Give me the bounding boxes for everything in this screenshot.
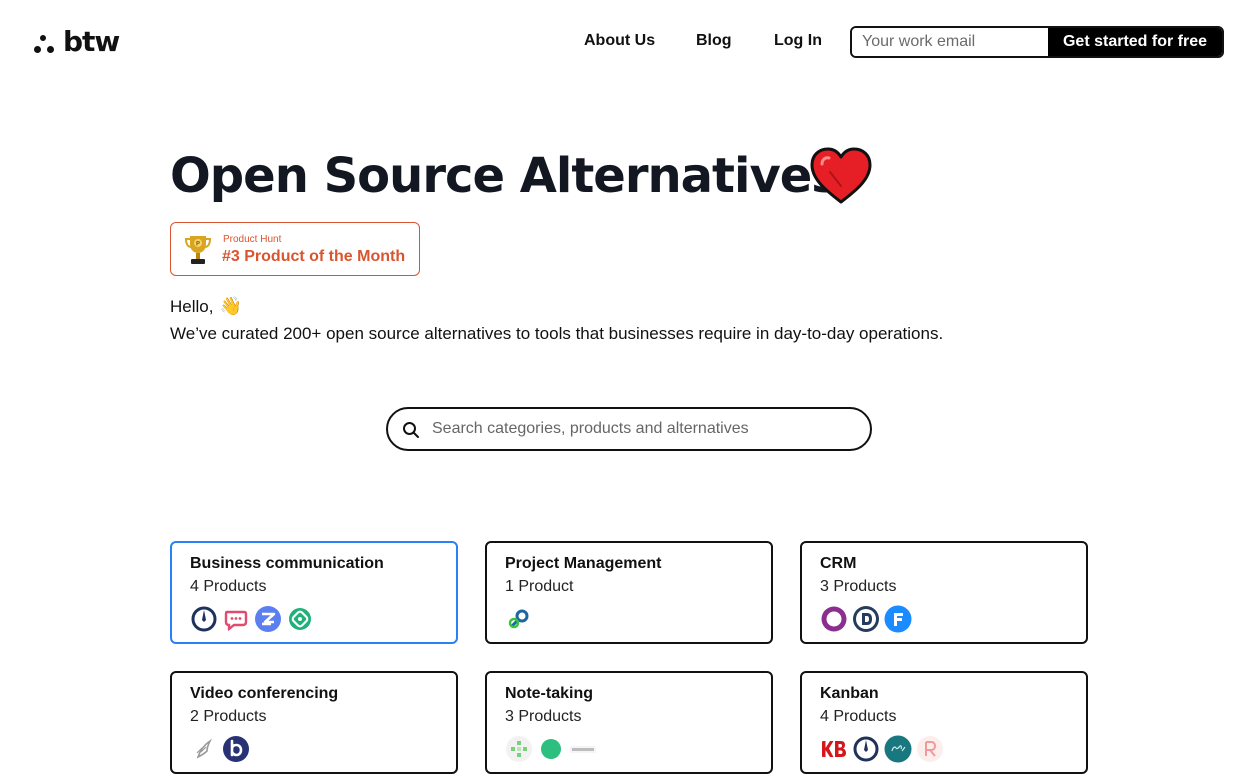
category-title: Note-taking [505,685,593,702]
category-card-crm[interactable]: CRM 3 Products [800,541,1088,644]
search-input[interactable] [432,415,852,443]
logo-dots-icon [32,30,60,56]
category-title: Kanban [820,685,879,702]
search-bar [386,407,872,451]
category-title: Project Management [505,555,662,572]
openproject-logo-icon [505,605,533,633]
category-count: 1 Product [505,578,574,595]
product-icons [820,605,912,633]
jitsi-logo-icon [190,735,218,763]
trophy-icon: P [185,236,211,264]
product-hunt-badge[interactable]: P Product Hunt #3 Product of the Month [170,222,420,276]
dolibarr-logo-icon [852,605,880,633]
mattermost-logo-icon [190,605,218,633]
search-icon [403,422,419,438]
category-card-note-taking[interactable]: Note-taking 3 Products [485,671,773,774]
category-card-video-conferencing[interactable]: Video conferencing 2 Products [170,671,458,774]
btw-logo[interactable]: btw [32,25,120,59]
waving-hand-icon: 👋 [219,296,242,316]
intro-text: We’ve curated 200+ open source alternati… [170,324,944,343]
suitecrm-logo-icon [820,605,848,633]
athens-logo-icon [569,735,597,763]
kanboard-logo-icon [820,735,848,763]
signup-form: Get started for free [850,26,1224,58]
bigbluebutton-logo-icon [222,735,250,763]
badge-source-label: Product Hunt [223,234,282,245]
restya-logo-icon [916,735,944,763]
nav-log-in[interactable]: Log In [774,32,822,50]
category-count: 3 Products [820,578,897,595]
category-count: 3 Products [505,708,582,725]
category-card-business-communication[interactable]: Business communication 4 Products [170,541,458,644]
category-card-kanban[interactable]: Kanban 4 Products [800,671,1088,774]
nav-about-us[interactable]: About Us [584,32,655,50]
badge-rank-label: #3 Product of the Month [222,248,406,265]
product-icons [190,735,250,763]
product-icons [820,735,944,763]
frappe-crm-logo-icon [884,605,912,633]
element-logo-icon [286,605,314,633]
category-title: Business communication [190,555,384,572]
category-count: 4 Products [820,708,897,725]
product-icons [505,605,533,633]
category-title: CRM [820,555,857,572]
teal-badge-logo-icon [884,735,912,763]
chatwoot-logo-icon [222,605,250,633]
heart-icon [810,147,872,204]
category-count: 4 Products [190,578,267,595]
greeting: Hello, 👋 [170,296,242,317]
category-title: Video conferencing [190,685,339,702]
work-email-input[interactable] [852,28,1048,56]
category-count: 2 Products [190,708,267,725]
site-header: btw About Us Blog Log In Get started for… [0,0,1253,84]
wekan-logo-icon [852,735,880,763]
product-icons [505,735,597,763]
logo-text: btw [63,25,120,58]
zulip-logo-icon [254,605,282,633]
get-started-button[interactable]: Get started for free [1048,28,1222,56]
greeting-text: Hello, [170,296,214,316]
nav-blog[interactable]: Blog [696,32,732,50]
category-card-project-management[interactable]: Project Management 1 Product [485,541,773,644]
joplin-grid-logo-icon [505,735,533,763]
page-title: Open Source Alternatives [170,148,840,204]
product-icons [190,605,314,633]
svg-text:P: P [196,241,201,248]
green-dot-logo-icon [537,735,565,763]
